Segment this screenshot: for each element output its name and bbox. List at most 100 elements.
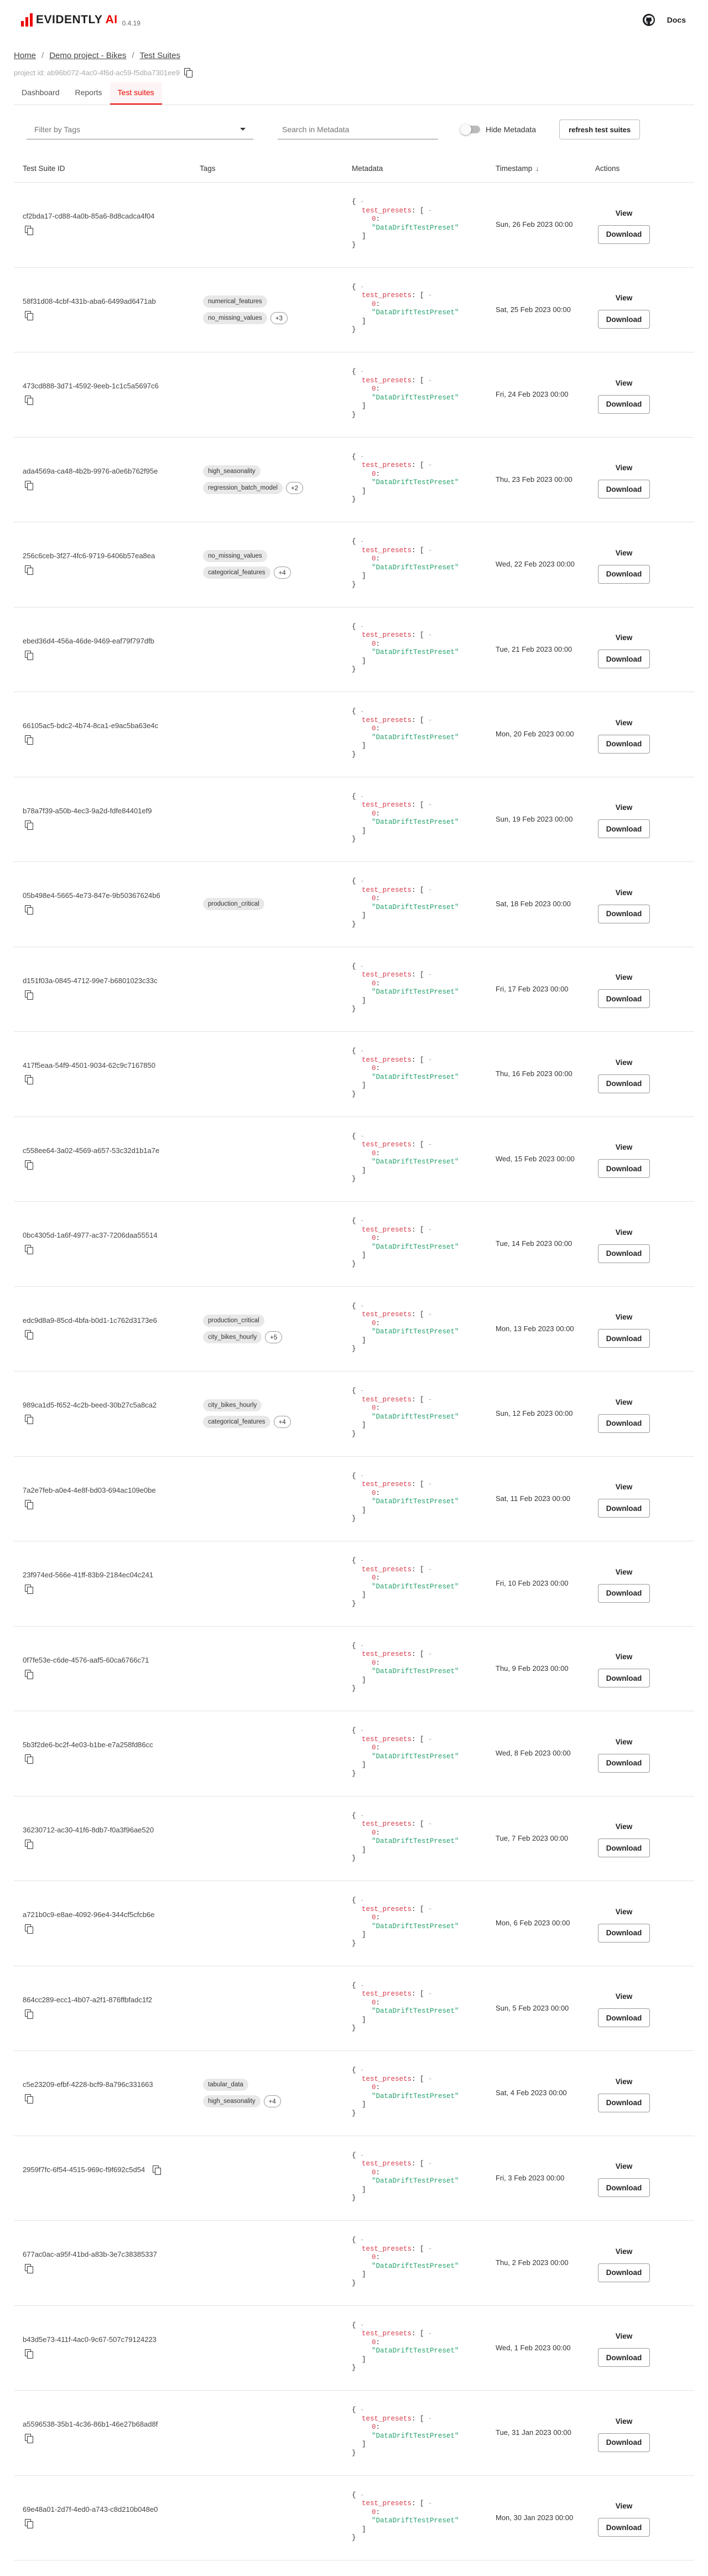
copy-icon[interactable] <box>25 226 33 235</box>
view-button[interactable]: View <box>610 2499 638 2513</box>
download-button[interactable]: Download <box>597 1414 650 1433</box>
download-button[interactable]: Download <box>597 2008 650 2028</box>
copy-icon[interactable] <box>25 2009 33 2019</box>
view-button[interactable]: View <box>610 630 638 645</box>
download-button[interactable]: Download <box>597 650 650 669</box>
tag-chip[interactable]: categorical_features <box>203 1416 270 1429</box>
copy-icon[interactable] <box>25 650 33 660</box>
view-button[interactable]: View <box>610 376 638 391</box>
copy-icon[interactable] <box>25 735 33 745</box>
tag-chip[interactable]: regression_batch_model <box>203 481 283 494</box>
view-button[interactable]: View <box>610 1395 638 1410</box>
copy-icon[interactable] <box>25 820 33 830</box>
copy-icon[interactable] <box>25 1329 33 1339</box>
download-button[interactable]: Download <box>597 1753 650 1773</box>
view-button[interactable]: View <box>610 1479 638 1494</box>
view-button[interactable]: View <box>610 1819 638 1834</box>
tag-chip[interactable]: numerical_features <box>203 295 267 308</box>
tag-chip[interactable]: high_seasonality <box>203 465 261 477</box>
view-button[interactable]: View <box>610 800 638 815</box>
filter-tags-select[interactable]: Filter by Tags <box>27 120 253 139</box>
search-metadata-input[interactable] <box>278 120 438 139</box>
copy-icon[interactable] <box>25 2094 33 2104</box>
download-button[interactable]: Download <box>597 564 650 584</box>
copy-icon[interactable] <box>25 1499 33 1509</box>
download-button[interactable]: Download <box>597 2348 650 2367</box>
download-button[interactable]: Download <box>597 394 650 414</box>
tab-dashboard[interactable]: Dashboard <box>14 82 67 105</box>
download-button[interactable]: Download <box>597 734 650 754</box>
view-button[interactable]: View <box>610 2244 638 2259</box>
tag-chip[interactable]: tabular_data <box>203 2079 248 2091</box>
tag-chip[interactable]: no_missing_values <box>203 311 267 324</box>
view-button[interactable]: View <box>610 1565 638 1580</box>
copy-icon[interactable] <box>25 1839 33 1849</box>
copy-icon[interactable] <box>25 1075 33 1084</box>
download-button[interactable]: Download <box>597 2093 650 2112</box>
breadcrumb-project[interactable]: Demo project - Bikes <box>49 51 126 60</box>
copy-icon[interactable] <box>184 68 192 77</box>
download-button[interactable]: Download <box>597 1669 650 1688</box>
copy-icon[interactable] <box>25 990 33 1000</box>
hide-metadata-toggle[interactable] <box>460 124 480 135</box>
download-button[interactable]: Download <box>597 1838 650 1858</box>
copy-icon[interactable] <box>25 1754 33 1764</box>
tag-chip[interactable]: production_critical <box>203 898 264 911</box>
view-button[interactable]: View <box>610 2159 638 2174</box>
download-button[interactable]: Download <box>597 2178 650 2198</box>
view-button[interactable]: View <box>610 1649 638 1664</box>
download-button[interactable]: Download <box>597 1159 650 1178</box>
download-button[interactable]: Download <box>597 310 650 329</box>
tab-reports[interactable]: Reports <box>67 82 110 105</box>
view-button[interactable]: View <box>610 2414 638 2429</box>
copy-icon[interactable] <box>25 2349 33 2359</box>
download-button[interactable]: Download <box>597 1074 650 1093</box>
brand-logo[interactable]: EVIDENTLY AI 0.4.19 <box>21 13 140 27</box>
download-button[interactable]: Download <box>597 1499 650 1518</box>
breadcrumb-home[interactable]: Home <box>14 51 36 60</box>
view-button[interactable]: View <box>610 1140 638 1155</box>
copy-icon[interactable] <box>25 480 33 490</box>
view-button[interactable]: View <box>610 1055 638 1070</box>
tag-chip[interactable]: city_bikes_hourly <box>203 1331 262 1343</box>
download-button[interactable]: Download <box>597 904 650 923</box>
download-button[interactable]: Download <box>597 1923 650 1943</box>
view-button[interactable]: View <box>610 1734 638 1749</box>
more-tags-chip[interactable]: +4 <box>273 567 291 579</box>
more-tags-chip[interactable]: +5 <box>265 1331 283 1343</box>
view-button[interactable]: View <box>610 2074 638 2089</box>
view-button[interactable]: View <box>610 206 638 221</box>
view-button[interactable]: View <box>610 715 638 730</box>
download-button[interactable]: Download <box>597 1244 650 1263</box>
github-icon[interactable] <box>642 14 655 26</box>
tag-chip[interactable]: city_bikes_hourly <box>203 1399 262 1412</box>
copy-icon[interactable] <box>25 905 33 915</box>
tag-chip[interactable]: high_seasonality <box>203 2095 261 2108</box>
view-button[interactable]: View <box>610 970 638 985</box>
view-button[interactable]: View <box>610 1989 638 2004</box>
docs-link[interactable]: Docs <box>667 15 686 24</box>
download-button[interactable]: Download <box>597 1583 650 1603</box>
copy-icon[interactable] <box>25 2434 33 2443</box>
copy-icon[interactable] <box>25 1924 33 1934</box>
copy-icon[interactable] <box>25 1585 33 1594</box>
download-button[interactable]: Download <box>597 2263 650 2282</box>
view-button[interactable]: View <box>610 2329 638 2344</box>
download-button[interactable]: Download <box>597 1329 650 1348</box>
sort-arrow-down-icon[interactable]: ↓ <box>535 164 539 173</box>
tag-chip[interactable]: production_critical <box>203 1314 264 1327</box>
more-tags-chip[interactable]: +2 <box>285 481 304 494</box>
more-tags-chip[interactable]: +4 <box>273 1416 291 1429</box>
copy-icon[interactable] <box>25 2264 33 2273</box>
column-header-timestamp[interactable]: Timestamp ↓ <box>487 164 586 173</box>
view-button[interactable]: View <box>610 546 638 560</box>
download-button[interactable]: Download <box>597 2433 650 2452</box>
copy-icon[interactable] <box>25 396 33 405</box>
tab-test-suites[interactable]: Test suites <box>110 82 162 105</box>
download-button[interactable]: Download <box>597 819 650 839</box>
more-tags-chip[interactable]: +4 <box>263 2095 281 2108</box>
copy-icon[interactable] <box>25 1669 33 1679</box>
view-button[interactable]: View <box>610 1310 638 1325</box>
copy-icon[interactable] <box>25 2518 33 2528</box>
copy-icon[interactable] <box>25 1160 33 1170</box>
